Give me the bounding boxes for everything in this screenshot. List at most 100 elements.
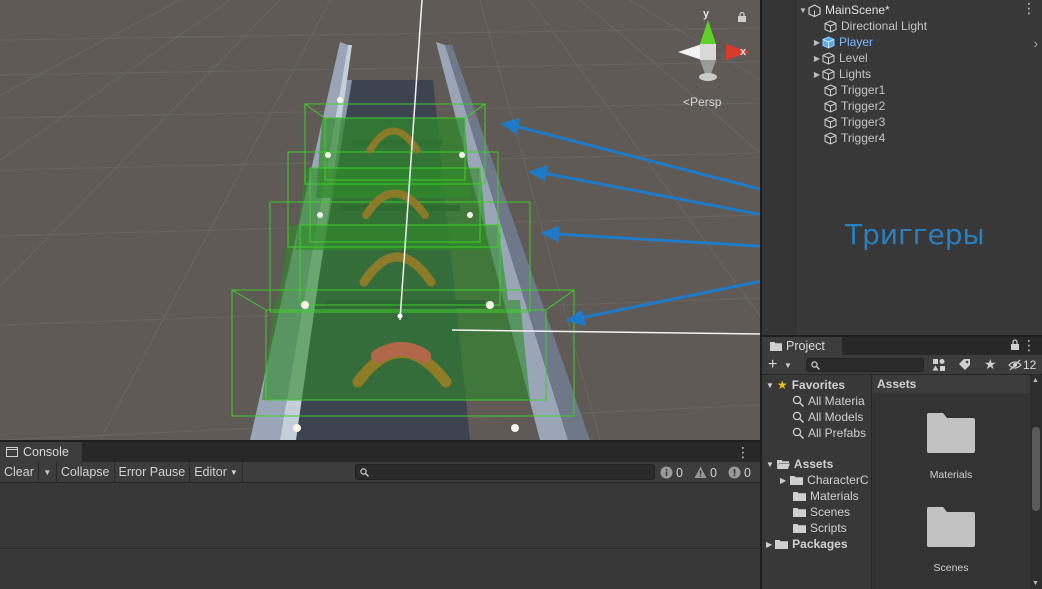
eye-slash-icon bbox=[1008, 359, 1022, 371]
asset-folder-label: Materials bbox=[929, 469, 973, 481]
scroll-up-icon[interactable]: ▲ bbox=[1032, 377, 1039, 384]
cube-icon bbox=[824, 19, 837, 33]
log-count-toggle[interactable]: 0 bbox=[660, 462, 683, 483]
chevron-down-icon[interactable]: ▼ bbox=[784, 361, 792, 370]
expand-arrow-icon[interactable]: ▶ bbox=[812, 70, 822, 79]
assets-folder-materials[interactable]: Materials bbox=[793, 488, 859, 504]
project-folder-tree[interactable]: ▼ ★ Favorites All Materia All Models All… bbox=[762, 375, 872, 589]
expand-arrow-icon[interactable]: ▶ bbox=[766, 540, 772, 549]
add-icon[interactable]: + bbox=[768, 355, 777, 375]
favorites-item-label: All Models bbox=[808, 410, 864, 424]
folder-icon bbox=[927, 507, 975, 547]
hidden-packages-toggle[interactable]: 12 bbox=[1008, 358, 1036, 372]
label-filter-icon[interactable] bbox=[958, 358, 971, 374]
console-panel[interactable]: Console ⋮ Clear ▼ Collapse Error Pause E… bbox=[0, 440, 760, 589]
assets-folder-charactercontroller[interactable]: ▶ CharacterC bbox=[780, 472, 869, 488]
console-icon bbox=[6, 447, 18, 457]
search-icon bbox=[792, 395, 804, 407]
unity-logo-icon bbox=[808, 3, 821, 17]
expand-arrow-icon[interactable]: ▶ bbox=[812, 38, 822, 47]
hierarchy-item-label: Trigger4 bbox=[841, 131, 886, 145]
editor-label: Editor bbox=[194, 465, 227, 479]
search-icon bbox=[792, 427, 804, 439]
search-by-type-icon[interactable] bbox=[932, 358, 946, 374]
console-search-input[interactable] bbox=[355, 464, 655, 480]
hierarchy-item-label: Trigger1 bbox=[841, 83, 886, 97]
hierarchy-item-label: MainScene* bbox=[825, 3, 890, 17]
folder-icon bbox=[790, 476, 804, 485]
expand-arrow-icon[interactable]: ▶ bbox=[812, 54, 822, 63]
folder-icon bbox=[770, 342, 782, 351]
warning-count-toggle[interactable]: 0 bbox=[694, 462, 717, 483]
favorites-header[interactable]: ▼ ★ Favorites bbox=[766, 377, 845, 393]
star-icon: ★ bbox=[776, 378, 788, 392]
lock-icon[interactable] bbox=[737, 12, 747, 22]
hierarchy-item-player[interactable]: ▶ Player bbox=[762, 34, 1042, 50]
clear-button[interactable]: Clear bbox=[0, 461, 39, 483]
project-tabbar: Project ⋮ bbox=[762, 337, 1042, 355]
hierarchy-item-trigger3[interactable]: Trigger3 bbox=[762, 114, 1042, 130]
packages-header[interactable]: ▶ Packages bbox=[766, 536, 848, 552]
project-menu-icon[interactable]: ⋮ bbox=[1022, 337, 1036, 354]
folder-label: CharacterC bbox=[807, 473, 869, 487]
persp-icon: < bbox=[683, 95, 691, 109]
assets-header[interactable]: ▼ Assets bbox=[766, 456, 833, 472]
console-log-area[interactable] bbox=[0, 483, 760, 549]
asset-folder-materials[interactable] bbox=[927, 413, 975, 456]
hierarchy-item-trigger1[interactable]: Trigger1 bbox=[762, 82, 1042, 98]
hierarchy-panel[interactable]: ⋮ › ▼ MainScene* Directional Light ▶ Pla… bbox=[760, 0, 1042, 335]
console-toolbar: Clear ▼ Collapse Error Pause Editor ▼ 0 … bbox=[0, 461, 760, 483]
clear-dropdown-icon[interactable]: ▼ bbox=[39, 461, 57, 483]
cube-icon bbox=[824, 99, 837, 113]
expand-arrow-icon[interactable]: ▼ bbox=[766, 381, 774, 390]
project-search-input[interactable] bbox=[806, 358, 924, 372]
tab-project[interactable]: Project bbox=[762, 337, 842, 355]
search-icon bbox=[792, 411, 804, 423]
project-scrollbar[interactable]: ▲ ▼ bbox=[1030, 375, 1042, 589]
assets-folder-scripts[interactable]: Scripts bbox=[793, 520, 847, 536]
info-icon bbox=[660, 466, 673, 479]
folder-label: Materials bbox=[810, 489, 859, 503]
hierarchy-item-trigger4[interactable]: Trigger4 bbox=[762, 130, 1042, 146]
favorites-item[interactable]: All Materia bbox=[792, 393, 865, 409]
favorites-item-label: All Materia bbox=[808, 394, 865, 408]
collapse-button[interactable]: Collapse bbox=[57, 461, 115, 483]
folder-label: Scripts bbox=[810, 521, 847, 535]
expand-arrow-icon[interactable]: ▶ bbox=[780, 476, 786, 485]
expand-arrow-icon[interactable]: ▼ bbox=[766, 460, 774, 469]
favorites-item[interactable]: All Models bbox=[792, 409, 863, 425]
hierarchy-item-lights[interactable]: ▶ Lights bbox=[762, 66, 1042, 82]
tab-console[interactable]: Console bbox=[0, 442, 82, 462]
error-count-toggle[interactable]: 0 bbox=[728, 462, 751, 483]
editor-dropdown[interactable]: Editor ▼ bbox=[190, 461, 243, 483]
hierarchy-item-label: Level bbox=[839, 51, 868, 65]
project-asset-grid[interactable]: Assets Materials Scenes bbox=[873, 375, 1032, 589]
scroll-down-icon[interactable]: ▼ bbox=[1032, 580, 1039, 587]
hierarchy-item-mainscene[interactable]: ▼ MainScene* bbox=[762, 2, 1042, 18]
search-icon bbox=[811, 361, 820, 370]
hierarchy-item-trigger2[interactable]: Trigger2 bbox=[762, 98, 1042, 114]
asset-folder-scenes[interactable] bbox=[927, 507, 975, 550]
console-tab-label: Console bbox=[23, 445, 69, 459]
assets-folder-scenes[interactable]: Scenes bbox=[793, 504, 850, 520]
scene-view[interactable]: y x <Persp bbox=[0, 0, 760, 440]
console-tabbar: Console ⋮ bbox=[0, 442, 760, 462]
project-panel[interactable]: Project ⋮ + ▼ ★ 12 ▼ ★ Favorites All Mat… bbox=[760, 335, 1042, 589]
packages-label: Packages bbox=[792, 537, 848, 551]
cube-icon bbox=[824, 115, 837, 129]
folder-open-icon bbox=[776, 460, 790, 469]
star-icon[interactable]: ★ bbox=[984, 356, 997, 373]
expand-arrow-icon[interactable]: ▼ bbox=[798, 6, 808, 15]
asset-grid-header: Assets bbox=[873, 375, 1032, 393]
error-pause-button[interactable]: Error Pause bbox=[115, 461, 191, 483]
favorites-item[interactable]: All Prefabs bbox=[792, 425, 866, 441]
hierarchy-item-level[interactable]: ▶ Level bbox=[762, 50, 1042, 66]
annotation-label: Триггеры bbox=[845, 218, 985, 251]
hierarchy-item-directional-light[interactable]: Directional Light bbox=[762, 18, 1042, 34]
scrollbar-thumb[interactable] bbox=[1032, 427, 1040, 511]
lock-icon[interactable] bbox=[1010, 339, 1020, 353]
hidden-count: 12 bbox=[1023, 358, 1037, 372]
console-menu-icon[interactable]: ⋮ bbox=[736, 444, 750, 461]
view-mode-toggle[interactable]: <Persp bbox=[683, 95, 721, 109]
scene-viewport[interactable] bbox=[0, 0, 760, 440]
